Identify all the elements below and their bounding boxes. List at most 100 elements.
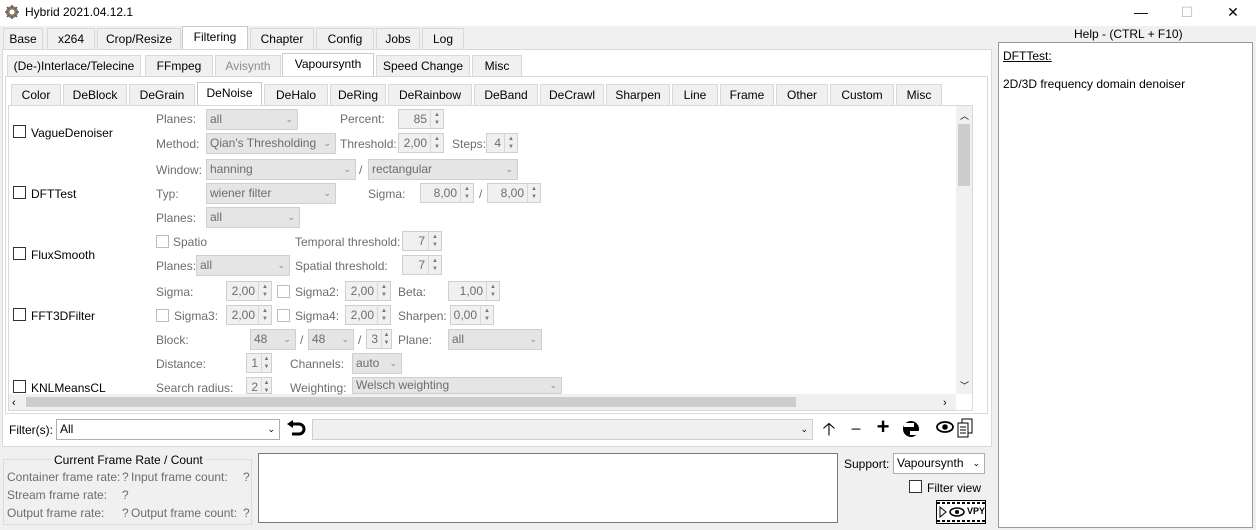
tab-log[interactable]: Log [422,28,464,50]
tab-custom[interactable]: Custom [830,84,894,106]
weighting-select[interactable]: Welsch weighting ⌄ [352,377,562,394]
move-up-icon[interactable]: 🡡 [818,419,840,439]
tab-avisynth[interactable]: Avisynth [215,55,281,77]
search-radius-spinbox[interactable]: 2 ▲ ▼ [246,377,272,394]
steps-label: Steps: [452,137,487,151]
tab-chapter[interactable]: Chapter [250,28,314,50]
vaguedenoiser-label: VagueDenoiser [31,126,113,140]
tab-dering[interactable]: DeRing [330,84,386,106]
tab-dehalo[interactable]: DeHalo [264,84,328,106]
sigma2-checkbox[interactable] [277,285,290,298]
tab-crop-resize[interactable]: Crop/Resize [97,28,181,50]
tab-degrain[interactable]: DeGrain [129,84,195,106]
method-select[interactable]: Qian's Thresholding ⌄ [206,133,336,154]
filter-order-icon[interactable] [900,418,922,444]
dft-planes-select[interactable]: all ⌄ [206,207,300,228]
tab-frame[interactable]: Frame [720,84,774,106]
add-icon[interactable]: + [872,416,894,438]
fft-sigma2-spinbox[interactable]: 2,00 ▲ ▼ [345,281,391,301]
scroll-left-icon[interactable]: ‹ [12,395,16,411]
sigma3-checkbox[interactable] [156,309,169,322]
spatio-checkbox[interactable] [156,235,169,248]
sigma3-label: Sigma3: [174,309,219,323]
scroll-right-icon[interactable]: › [943,395,947,411]
tab-derainbow[interactable]: DeRainbow [388,84,472,106]
tab-jobs[interactable]: Jobs [376,28,420,50]
sigma2-spinbox[interactable]: 8,00 ▲ ▼ [487,183,541,203]
sigma-label: Sigma: [368,187,406,201]
tab-base[interactable]: Base [3,28,43,50]
undo-icon[interactable] [285,419,307,443]
fft-sigma3-spinbox[interactable]: 2,00 ▲ ▼ [226,305,272,325]
percent-spinbox[interactable]: 85 ▲ ▼ [398,109,444,129]
fluxsmooth-checkbox[interactable] [13,247,26,260]
tab-color[interactable]: Color [11,84,61,106]
filter-entry-select[interactable]: ⌄ [312,419,813,440]
spatial-threshold-label: Spatial threshold: [295,259,388,273]
tab-filtering[interactable]: Filtering [182,26,248,50]
plane-select[interactable]: all ⌄ [448,329,542,350]
copy-list-icon[interactable] [954,418,976,442]
flux-planes-select[interactable]: all ⌄ [196,255,290,276]
tab-vapoursynth[interactable]: Vapoursynth [282,53,374,77]
tab-decrawl[interactable]: DeCrawl [540,84,604,106]
maximize-button[interactable]: ☐ [1164,0,1210,26]
fft3dfilter-checkbox[interactable] [13,308,26,321]
window-select[interactable]: hanning ⌄ [206,159,356,180]
threshold-spinbox[interactable]: 2,00 ▲ ▼ [398,133,444,153]
beta-spinbox[interactable]: 1,00 ▲ ▼ [448,281,500,301]
distance-spinbox[interactable]: 1 ▲ ▼ [246,353,272,373]
help-heading: DFTTest: [1003,49,1052,63]
close-button[interactable]: ✕ [1210,0,1256,26]
remove-icon[interactable]: − [845,419,867,439]
filter-view-checkbox[interactable] [909,480,922,493]
output-frame-count-label: Output frame count: [131,506,238,520]
horizontal-scroll-thumb[interactable] [26,397,796,407]
fft-sigma4-spinbox[interactable]: 2,00 ▲ ▼ [345,305,391,325]
block3-spinbox[interactable]: 3 ▲ ▼ [366,329,392,349]
sigma4-checkbox[interactable] [277,309,290,322]
filters-select[interactable]: All ⌄ [56,419,280,440]
tab-speed-change[interactable]: Speed Change [376,55,470,77]
steps-spinbox[interactable]: 4 ▲ ▼ [486,133,518,153]
vertical-scroll-thumb[interactable] [958,124,970,186]
spatial-threshold-spinbox[interactable]: 7 ▲ ▼ [402,255,442,275]
knlmeanscl-checkbox[interactable] [13,380,26,393]
tab-line[interactable]: Line [672,84,718,106]
block2-select[interactable]: 48 ⌄ [308,329,354,350]
minimize-button[interactable]: — [1118,0,1164,26]
tab-x264[interactable]: x264 [47,28,95,50]
block-select[interactable]: 48 ⌄ [250,329,296,350]
tab-deband[interactable]: DeBand [474,84,538,106]
window-separator: / [359,163,363,177]
tab-sharpen[interactable]: Sharpen [606,84,670,106]
tab-other[interactable]: Other [776,84,828,106]
temporal-threshold-spinbox[interactable]: 7 ▲ ▼ [402,231,442,251]
tab-denoise[interactable]: DeNoise [197,82,262,106]
support-select[interactable]: Vapoursynth ⌄ [893,453,985,474]
threshold-label: Threshold: [340,137,397,151]
scroll-down-icon[interactable]: ﹀ [960,378,969,394]
filters-label: Filter(s): [9,423,53,437]
preview-eye-icon[interactable] [934,419,956,439]
scroll-up-icon[interactable]: ︿ [960,108,969,124]
planes-label: Planes: [156,211,197,225]
tab-ffmpeg[interactable]: FFmpeg [145,55,213,77]
tab-deblock[interactable]: DeBlock [63,84,127,106]
tab-deinterlace[interactable]: (De-)Interlace/Telecine [7,55,141,77]
sigma-spinbox[interactable]: 8,00 ▲ ▼ [420,183,474,203]
tab-filter-misc[interactable]: Misc [472,55,522,77]
vaguedenoiser-checkbox[interactable] [13,125,26,138]
tab-config[interactable]: Config [316,28,374,50]
channels-select[interactable]: auto ⌄ [352,353,402,374]
vague-planes-select[interactable]: all ⌄ [206,109,298,130]
dfttest-checkbox[interactable] [13,186,26,199]
sharpen-spinbox[interactable]: 0,00 ▲ ▼ [450,305,494,325]
fft-sigma-spinbox[interactable]: 2,00 ▲ ▼ [226,281,272,301]
script-output-textarea[interactable] [258,453,838,523]
vpy-preview-button[interactable]: VPY [936,500,986,524]
tab-vs-misc[interactable]: Misc [896,84,942,106]
window2-select[interactable]: rectangular ⌄ [368,159,518,180]
typ-select[interactable]: wiener filter ⌄ [206,183,336,204]
window-title: Hybrid 2021.04.12.1 [25,5,134,19]
